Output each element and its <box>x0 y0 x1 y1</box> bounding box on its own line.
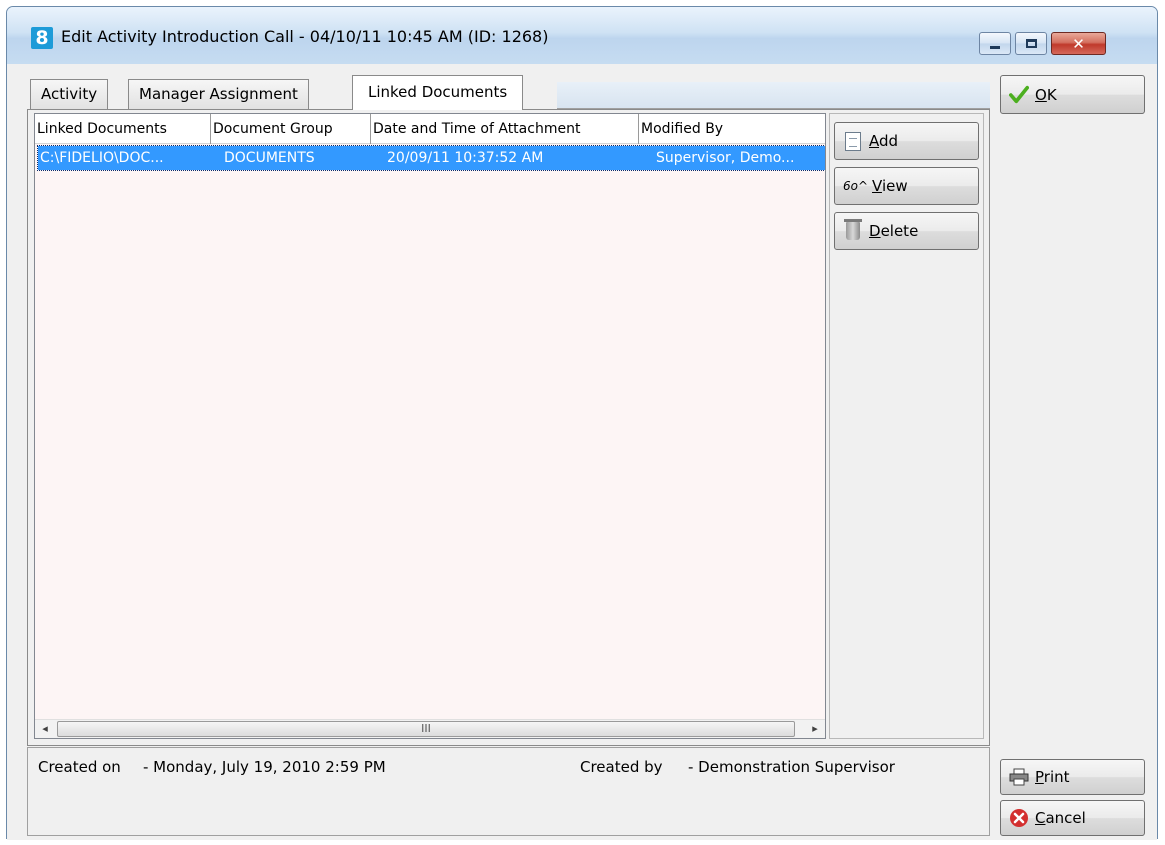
document-icon <box>843 131 863 151</box>
trash-icon <box>843 219 863 241</box>
column-header-modified-by[interactable]: Modified By <box>639 114 825 144</box>
cancel-button-label: Cancel <box>1035 809 1086 827</box>
scroll-thumb[interactable]: III <box>57 721 795 737</box>
cell-modified-by: Supervisor, Demo... <box>656 150 795 166</box>
window-title: Edit Activity Introduction Call - 04/10/… <box>61 27 549 46</box>
title-bar[interactable]: 8 Edit Activity Introduction Call - 04/1… <box>7 7 1157 64</box>
scroll-left-icon[interactable]: ◂ <box>35 720 55 738</box>
cell-linked-document: C:\FIDELIO\DOC... <box>40 150 164 166</box>
delete-button[interactable]: Delete <box>834 212 979 250</box>
ok-button-label: OK <box>1035 85 1057 104</box>
cell-date-time: 20/09/11 10:37:52 AM <box>387 150 544 166</box>
created-by-value: - Demonstration Supervisor <box>688 758 895 776</box>
created-on-value: - Monday, July 19, 2010 2:59 PM <box>143 758 386 776</box>
minimize-button[interactable] <box>979 32 1011 55</box>
close-button[interactable]: ✕ <box>1051 32 1106 55</box>
add-button-label: Add <box>869 132 899 150</box>
glasses-icon: 6o^ <box>843 179 869 193</box>
linked-documents-list[interactable]: Linked Documents Document Group Date and… <box>34 113 826 739</box>
side-button-area <box>829 113 984 739</box>
dialog-body: Activity Manager Assignment Linked Docum… <box>7 64 1157 840</box>
minimize-icon <box>990 46 1000 49</box>
list-header: Linked Documents Document Group Date and… <box>35 114 825 144</box>
print-button[interactable]: Print <box>1000 759 1145 795</box>
print-button-label: Print <box>1035 768 1070 786</box>
tab-linked-documents[interactable]: Linked Documents <box>352 75 524 110</box>
table-row[interactable]: C:\FIDELIO\DOC... DOCUMENTS 20/09/11 10:… <box>37 145 825 171</box>
delete-button-label: Delete <box>869 222 919 240</box>
add-button[interactable]: Add <box>834 122 979 160</box>
dialog-window: 8 Edit Activity Introduction Call - 04/1… <box>6 6 1158 840</box>
audit-footer: Created on - Monday, July 19, 2010 2:59 … <box>27 747 990 836</box>
cancel-button[interactable]: Cancel <box>1000 800 1145 836</box>
column-header-linked-documents[interactable]: Linked Documents <box>35 114 211 144</box>
column-header-document-group[interactable]: Document Group <box>211 114 371 144</box>
column-header-date-time[interactable]: Date and Time of Attachment <box>371 114 639 144</box>
tab-strip-background <box>557 82 990 109</box>
app-icon: 8 <box>31 27 53 49</box>
created-by-label: Created by <box>580 758 663 776</box>
maximize-icon <box>1025 39 1037 48</box>
tab-activity[interactable]: Activity <box>30 79 109 109</box>
view-button[interactable]: 6o^ View <box>834 167 979 205</box>
close-icon: ✕ <box>1072 34 1085 53</box>
horizontal-scrollbar[interactable]: ◂ III ▸ <box>35 719 825 738</box>
scroll-right-icon[interactable]: ▸ <box>805 720 825 738</box>
ok-button[interactable]: OK <box>1000 75 1145 114</box>
maximize-button[interactable] <box>1015 32 1047 55</box>
cancel-icon <box>1009 808 1029 828</box>
tab-manager-assignment[interactable]: Manager Assignment <box>128 79 309 109</box>
cell-document-group: DOCUMENTS <box>224 150 315 166</box>
view-button-label: View <box>872 177 908 195</box>
created-on-label: Created on <box>38 758 121 776</box>
printer-icon <box>1009 767 1029 787</box>
checkmark-icon <box>1009 85 1029 105</box>
